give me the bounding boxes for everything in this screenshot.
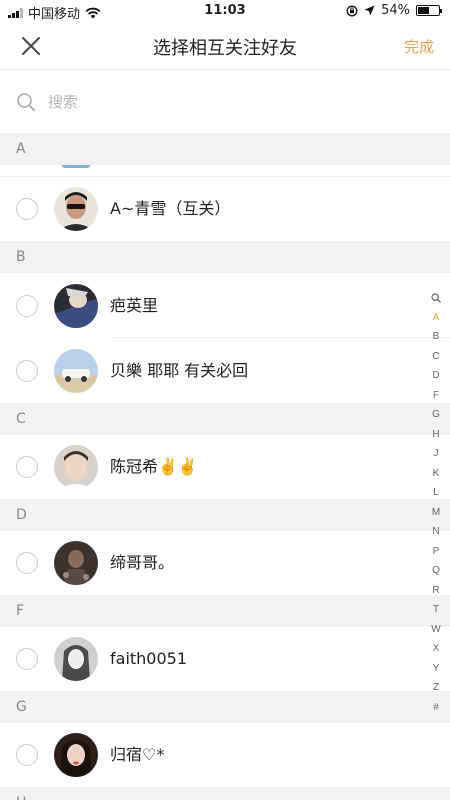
contact-name: 贝樂 耶耶 有关必回: [110, 360, 249, 380]
index-search-icon[interactable]: [428, 288, 444, 308]
index-letter[interactable]: G: [428, 405, 444, 425]
done-button[interactable]: 完成: [404, 36, 434, 57]
select-radio[interactable]: [16, 359, 38, 382]
contact-row[interactable]: 疤英里: [0, 273, 450, 338]
alphabet-index-bar[interactable]: A B C D F G H J K L M N P Q R T W X Y Z #: [428, 288, 444, 717]
contact-row[interactable]: faith0051: [0, 627, 450, 691]
section-header-b: B: [0, 241, 450, 273]
close-icon[interactable]: [18, 33, 44, 59]
search-bar: [0, 71, 450, 133]
index-letter[interactable]: C: [428, 347, 444, 367]
index-letter[interactable]: K: [428, 464, 444, 484]
page-title: 选择相互关注好友: [153, 38, 297, 59]
index-letter[interactable]: T: [428, 600, 444, 620]
index-letter[interactable]: W: [428, 620, 444, 640]
nav-bar: 选择相互关注好友 完成: [0, 22, 450, 70]
select-radio[interactable]: [16, 456, 38, 478]
index-letter[interactable]: H: [428, 425, 444, 445]
section-header-c: C: [0, 403, 450, 435]
status-right: 54%: [346, 3, 442, 18]
avatar: [54, 348, 98, 393]
contact-row[interactable]: A~青雪（互关）: [0, 177, 450, 241]
index-letter[interactable]: B: [428, 327, 444, 347]
search-input[interactable]: [48, 89, 408, 115]
contact-row[interactable]: 缔哥哥。: [0, 531, 450, 595]
select-radio[interactable]: [16, 648, 38, 670]
status-bar: 中国移动 11:03 54%: [0, 0, 450, 22]
battery-percent: 54%: [381, 3, 410, 18]
index-letter[interactable]: R: [428, 581, 444, 601]
search-icon: [17, 93, 35, 111]
index-letter[interactable]: P: [428, 542, 444, 562]
avatar: [54, 187, 98, 231]
select-radio[interactable]: [16, 552, 38, 574]
avatar: [54, 733, 98, 777]
index-letter[interactable]: F: [428, 386, 444, 406]
battery-fill: [418, 7, 429, 14]
contact-name: faith0051: [110, 649, 188, 668]
avatar: [54, 541, 98, 585]
index-letter[interactable]: A: [428, 308, 444, 328]
select-radio[interactable]: [16, 198, 38, 220]
index-letter[interactable]: M: [428, 503, 444, 523]
index-letter[interactable]: N: [428, 522, 444, 542]
location-arrow-icon: [364, 5, 375, 16]
index-letter[interactable]: D: [428, 366, 444, 386]
contact-name: A~青雪（互关）: [110, 199, 231, 218]
section-header-h: H: [0, 787, 450, 800]
orientation-lock-icon: [346, 5, 358, 16]
avatar: [54, 637, 98, 681]
section-header-g: G: [0, 691, 450, 723]
index-letter[interactable]: J: [428, 444, 444, 464]
section-header-f: F: [0, 595, 450, 627]
contact-name: 陈冠希✌️✌️: [110, 457, 198, 476]
avatar: [54, 283, 98, 328]
contact-row[interactable]: 陈冠希✌️✌️: [0, 435, 450, 499]
index-letter[interactable]: L: [428, 483, 444, 503]
index-letter[interactable]: Z: [428, 678, 444, 698]
avatar: [54, 445, 98, 489]
index-letter[interactable]: Y: [428, 659, 444, 679]
battery-icon: [416, 5, 442, 16]
section-header-a: A: [0, 133, 450, 165]
contact-name: 缔哥哥。: [110, 553, 175, 572]
contact-list[interactable]: A A~青雪（互关） B 疤英里 贝樂 耶耶 有关必回 C 陈冠希✌️✌️ D …: [0, 133, 450, 800]
section-header-d: D: [0, 499, 450, 531]
index-letter[interactable]: X: [428, 639, 444, 659]
contact-row[interactable]: 贝樂 耶耶 有关必回: [0, 338, 450, 403]
index-letter[interactable]: #: [428, 698, 444, 718]
contact-row[interactable]: 归宿♡*: [0, 723, 450, 787]
list-item-partial: [0, 165, 450, 177]
contact-name: 疤英里: [110, 295, 159, 315]
index-letter[interactable]: Q: [428, 561, 444, 581]
contact-name: 归宿♡*: [110, 745, 165, 764]
select-radio[interactable]: [16, 294, 38, 317]
select-radio[interactable]: [16, 744, 38, 766]
